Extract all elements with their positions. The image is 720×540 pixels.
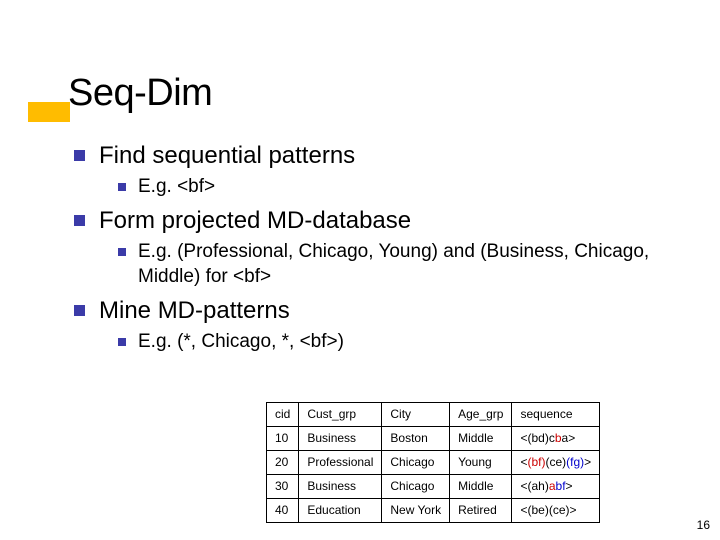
col-cid: cid bbox=[267, 403, 299, 427]
body: Find sequential patterns E.g. <bf> Form … bbox=[74, 140, 684, 360]
table-header-row: cid Cust_grp City Age_grp sequence bbox=[267, 403, 600, 427]
cell-city: New York bbox=[382, 499, 450, 523]
cell-cid: 30 bbox=[267, 475, 299, 499]
cell-seq: <(ah)abf> bbox=[512, 475, 600, 499]
bullet-1: Find sequential patterns bbox=[74, 140, 684, 172]
bullet-2-text: Form projected MD-database bbox=[99, 205, 411, 237]
cell-age: Retired bbox=[450, 499, 512, 523]
page-number: 16 bbox=[697, 518, 710, 532]
col-custgrp: Cust_grp bbox=[299, 403, 382, 427]
bullet-2: Form projected MD-database bbox=[74, 205, 684, 237]
cell-seq: <(bf)(ce)(fg)> bbox=[512, 451, 600, 475]
cell-city: Chicago bbox=[382, 451, 450, 475]
cell-age: Middle bbox=[450, 475, 512, 499]
bullet-square-icon bbox=[118, 248, 126, 256]
table-row: 40 Education New York Retired <(be)(ce)> bbox=[267, 499, 600, 523]
bullet-1-1-text: E.g. <bf> bbox=[138, 174, 215, 199]
bullet-square-icon bbox=[74, 305, 85, 316]
bullet-3-1: E.g. (*, Chicago, *, <bf>) bbox=[118, 329, 684, 354]
cell-city: Boston bbox=[382, 427, 450, 451]
cell-age: Middle bbox=[450, 427, 512, 451]
data-table: cid Cust_grp City Age_grp sequence 10 Bu… bbox=[266, 402, 600, 523]
bullet-3: Mine MD-patterns bbox=[74, 295, 684, 327]
cell-grp: Education bbox=[299, 499, 382, 523]
cell-cid: 20 bbox=[267, 451, 299, 475]
bullet-square-icon bbox=[74, 150, 85, 161]
cell-age: Young bbox=[450, 451, 512, 475]
bullet-2-1-text: E.g. (Professional, Chicago, Young) and … bbox=[138, 239, 684, 289]
table-row: 30 Business Chicago Middle <(ah)abf> bbox=[267, 475, 600, 499]
bullet-1-1: E.g. <bf> bbox=[118, 174, 684, 199]
cell-cid: 10 bbox=[267, 427, 299, 451]
bullet-1-text: Find sequential patterns bbox=[99, 140, 355, 172]
cell-grp: Professional bbox=[299, 451, 382, 475]
col-sequence: sequence bbox=[512, 403, 600, 427]
cell-city: Chicago bbox=[382, 475, 450, 499]
bullet-square-icon bbox=[74, 215, 85, 226]
bullet-square-icon bbox=[118, 183, 126, 191]
title-accent bbox=[28, 102, 70, 122]
bullet-square-icon bbox=[118, 338, 126, 346]
bullet-3-text: Mine MD-patterns bbox=[99, 295, 290, 327]
col-agegrp: Age_grp bbox=[450, 403, 512, 427]
cell-seq: <(bd)cba> bbox=[512, 427, 600, 451]
cell-grp: Business bbox=[299, 475, 382, 499]
bullet-2-1: E.g. (Professional, Chicago, Young) and … bbox=[118, 239, 684, 289]
title-area: Seq-Dim bbox=[68, 72, 212, 115]
col-city: City bbox=[382, 403, 450, 427]
table-row: 20 Professional Chicago Young <(bf)(ce)(… bbox=[267, 451, 600, 475]
cell-cid: 40 bbox=[267, 499, 299, 523]
slide-title: Seq-Dim bbox=[68, 72, 212, 115]
cell-seq: <(be)(ce)> bbox=[512, 499, 600, 523]
bullet-3-1-text: E.g. (*, Chicago, *, <bf>) bbox=[138, 329, 344, 354]
table-row: 10 Business Boston Middle <(bd)cba> bbox=[267, 427, 600, 451]
cell-grp: Business bbox=[299, 427, 382, 451]
